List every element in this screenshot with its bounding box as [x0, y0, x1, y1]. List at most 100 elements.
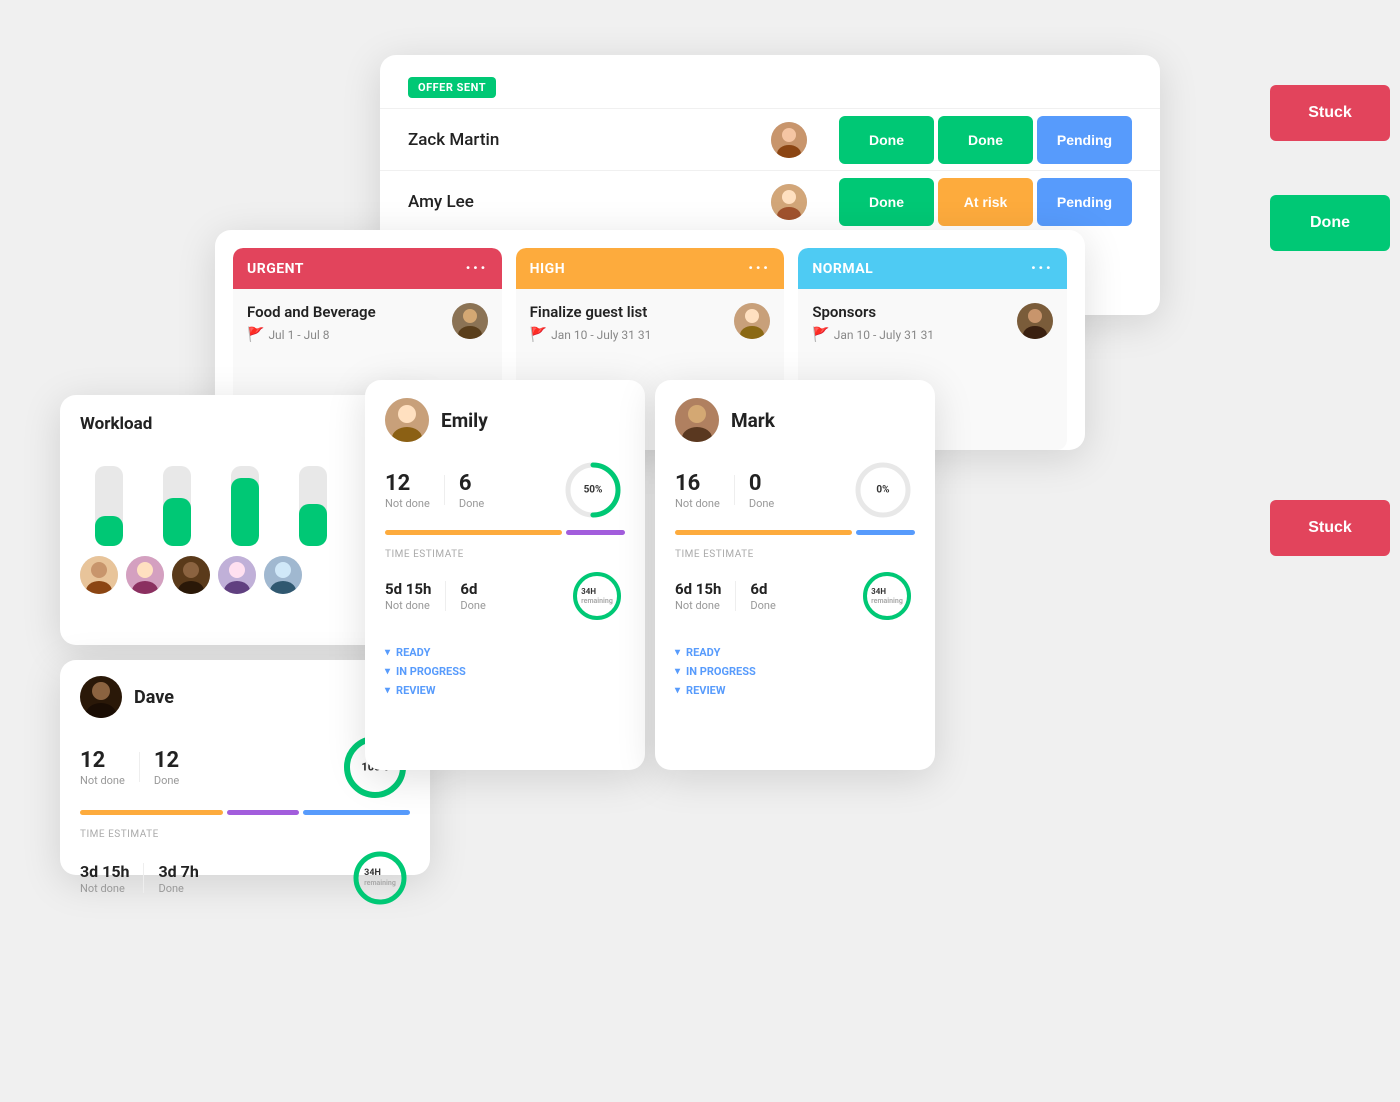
kanban-avatar-normal	[1017, 303, 1053, 339]
kanban-task-normal: Sponsors 🚩 Jan 10 - July 31 31	[812, 303, 934, 343]
offer-statuses-zack: Done Done Pending	[839, 116, 1132, 164]
offer-statuses-amy: Done At risk Pending	[839, 178, 1132, 226]
kanban-label-normal: NORMAL	[812, 261, 873, 277]
mark-in-progress[interactable]: ▾ IN PROGRESS	[675, 665, 915, 678]
emily-circle: 50%	[561, 458, 625, 522]
avatar-dave	[80, 676, 122, 718]
mark-review[interactable]: ▾ REVIEW	[675, 684, 915, 697]
emily-pbar-purple	[566, 530, 625, 535]
kanban-avatar-urgent	[452, 303, 488, 339]
dots-menu-normal[interactable]: ···	[1031, 258, 1053, 279]
dave-stats-row: 12 Not done 12 Done 100%	[80, 732, 410, 802]
mark-circle: 0%	[851, 458, 915, 522]
avatar-amy	[771, 184, 807, 220]
kanban-task-urgent: Food and Beverage 🚩 Jul 1 - Jul 8	[247, 303, 376, 343]
mark-time-done: 6d Done	[750, 580, 775, 612]
emily-percent: 50%	[584, 485, 603, 496]
stat-divider	[139, 752, 140, 782]
dave-stat-done: 12 Done	[154, 748, 179, 787]
dave-time-done: 3d 7h Done	[158, 862, 198, 895]
bar-fill-2	[163, 498, 191, 546]
mark-time-label: TIME ESTIMATE	[675, 549, 915, 560]
task-date-high: 🚩 Jan 10 - July 31 31	[530, 327, 652, 343]
dave-pbar-yellow	[80, 810, 223, 815]
bar-track-2	[163, 466, 191, 546]
avatar-zack	[771, 122, 807, 158]
dave-stat-not-done: 12 Not done	[80, 748, 125, 787]
dots-menu-urgent[interactable]: ···	[465, 258, 487, 279]
bar-fill-3	[231, 478, 259, 546]
emily-sections: ▾ READY ▾ IN PROGRESS ▾ REVIEW	[385, 646, 625, 703]
mark-remaining: 34Hremaining	[859, 568, 915, 624]
bar-group-1	[80, 466, 138, 546]
dave-header: Dave	[80, 676, 410, 718]
edge-stuck-2[interactable]: Stuck	[1270, 500, 1390, 556]
mark-stats: 16 Not done 0 Done 0%	[675, 458, 915, 522]
emily-pbars	[385, 530, 625, 535]
status-done-2[interactable]: Done	[938, 116, 1033, 164]
avatar-mark	[675, 398, 719, 442]
offer-name-zack: Zack Martin	[408, 130, 771, 150]
mark-header: Mark	[675, 398, 915, 442]
kanban-header-normal: NORMAL ···	[798, 248, 1067, 289]
bar-track-3	[231, 466, 259, 546]
emily-pbar-yellow	[385, 530, 562, 535]
emily-divider	[444, 475, 445, 505]
emily-in-progress[interactable]: ▾ IN PROGRESS	[385, 665, 625, 678]
bar-track-4	[299, 466, 327, 546]
kanban-label-high: HIGH	[530, 261, 565, 277]
mark-not-done: 16 Not done	[675, 471, 720, 510]
emily-time-label: TIME ESTIMATE	[385, 549, 625, 560]
status-pending-1[interactable]: Pending	[1037, 116, 1132, 164]
stat-divider-2	[143, 863, 144, 893]
emily-time-done: 6d Done	[460, 580, 485, 612]
chevron-progress: ▾	[385, 666, 390, 677]
status-pending-amy[interactable]: Pending	[1037, 178, 1132, 226]
mark-pbar-blue	[856, 530, 915, 535]
mark-time-not-done: 6d 15h Not done	[675, 580, 721, 612]
emily-done: 6 Done	[459, 471, 484, 510]
emily-inner: Emily 12 Not done 6 Done 50%	[365, 380, 645, 770]
kanban-avatar-high	[734, 303, 770, 339]
status-done-amy[interactable]: Done	[839, 178, 934, 226]
dots-menu-high[interactable]: ···	[748, 258, 770, 279]
w-avatar-5	[264, 556, 302, 594]
w-avatar-3	[172, 556, 210, 594]
emily-ready[interactable]: ▾ READY	[385, 646, 625, 659]
w-avatar-1	[80, 556, 118, 594]
workload-title: Workload	[80, 414, 152, 434]
task-name-urgent: Food and Beverage	[247, 303, 376, 321]
bar-group-3	[216, 466, 274, 546]
w-avatar-2	[126, 556, 164, 594]
dave-time-label: TIME ESTIMATE	[80, 829, 410, 840]
kanban-header-high: HIGH ···	[516, 248, 785, 289]
dave-time-stats: 3d 15h Not done 3d 7h Done 34Hremaining	[80, 848, 410, 908]
task-date-normal: 🚩 Jan 10 - July 31 31	[812, 327, 934, 343]
dave-remaining-label: 34Hremaining	[364, 868, 396, 888]
bar-group-2	[148, 466, 206, 546]
dave-progress-bars	[80, 810, 410, 815]
emily-name: Emily	[441, 409, 488, 432]
emily-review[interactable]: ▾ REVIEW	[385, 684, 625, 697]
edge-stuck-1[interactable]: Stuck	[1270, 85, 1390, 141]
emily-time-not-done: 5d 15h Not done	[385, 580, 431, 612]
mark-name: Mark	[731, 409, 775, 432]
emily-remaining: 34Hremaining	[569, 568, 625, 624]
bar-track-1	[95, 466, 123, 546]
scene: OFFER SENT Zack Martin Done Done Pending…	[0, 0, 1400, 1102]
status-at-risk-amy[interactable]: At risk	[938, 178, 1033, 226]
dave-pbar-blue	[303, 810, 410, 815]
task-name-normal: Sponsors	[812, 303, 934, 321]
dave-remaining-circle: 34Hremaining	[350, 848, 410, 908]
emily-card: Emily 12 Not done 6 Done 50%	[365, 380, 645, 770]
edge-done-1[interactable]: Done	[1270, 195, 1390, 251]
offer-badge: OFFER SENT	[408, 77, 496, 98]
bar-fill-4	[299, 504, 327, 546]
mark-percent: 0%	[876, 485, 889, 496]
offer-row-amy: Amy Lee Done At risk Pending	[380, 170, 1160, 232]
kanban-label-urgent: URGENT	[247, 261, 304, 277]
mark-done: 0 Done	[749, 471, 774, 510]
kanban-task-high: Finalize guest list 🚩 Jan 10 - July 31 3…	[530, 303, 652, 343]
status-done-1[interactable]: Done	[839, 116, 934, 164]
mark-ready[interactable]: ▾ READY	[675, 646, 915, 659]
